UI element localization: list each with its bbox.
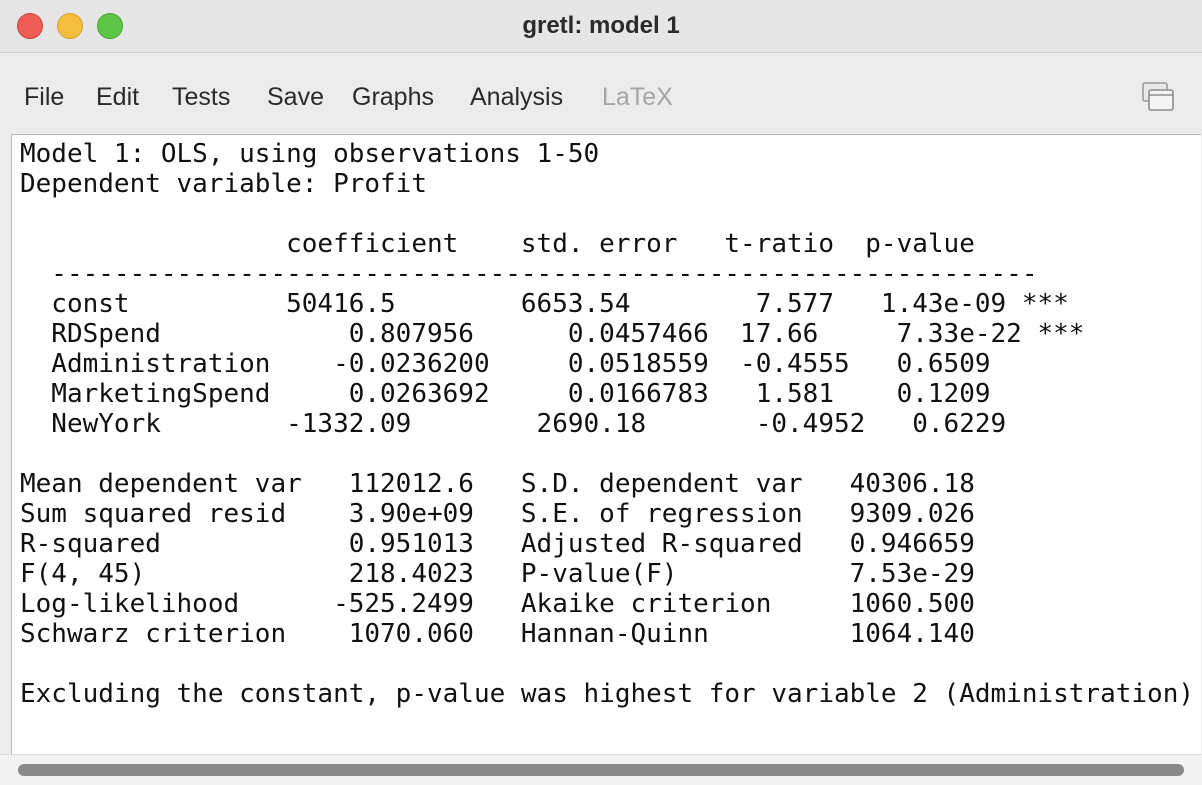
output-line: Model 1: OLS, using observations 1-50 (20, 139, 600, 169)
window-title: gretl: model 1 (522, 12, 680, 39)
output-line: Mean dependent var 112012.6 S.D. depende… (20, 469, 975, 499)
output-line: Sum squared resid 3.90e+09 S.E. of regre… (20, 499, 975, 529)
output-line: ----------------------------------------… (20, 259, 1038, 289)
output-line: coefficient std. error t-ratio p-value (20, 229, 975, 259)
window-stack-icon[interactable] (1141, 81, 1175, 113)
menu-edit[interactable]: Edit (96, 83, 139, 112)
horizontal-scrollbar[interactable] (0, 754, 1202, 785)
output-line: F(4, 45) 218.4023 P-value(F) 7.53e-29 (20, 559, 975, 589)
output-line: RDSpend 0.807956 0.0457466 17.66 7.33e-2… (20, 319, 1085, 349)
menu-latex: LaTeX (602, 83, 673, 111)
menu-save[interactable]: Save (267, 83, 324, 112)
title-bar: gretl: model 1 (0, 0, 1202, 53)
output-line: NewYork -1332.09 2690.18 -0.4952 0.6229 (20, 409, 1007, 439)
menu-tests[interactable]: Tests (172, 83, 230, 112)
menu-bar: File Edit Tests Save Graphs Analysis LaT… (0, 53, 1202, 133)
output-line: Dependent variable: Profit (20, 169, 427, 199)
output-line: Administration -0.0236200 0.0518559 -0.4… (20, 349, 991, 379)
output-line: MarketingSpend 0.0263692 0.0166783 1.581… (20, 379, 991, 409)
model-output-text: Model 1: OLS, using observations 1-50 De… (20, 139, 1194, 709)
menu-analysis[interactable]: Analysis (470, 83, 563, 112)
output-line: R-squared 0.951013 Adjusted R-squared 0.… (20, 529, 975, 559)
menu-file[interactable]: File (24, 83, 64, 112)
output-line: const 50416.5 6653.54 7.577 1.43e-09 *** (20, 289, 1069, 319)
output-line: Excluding the constant, p-value was high… (20, 679, 1194, 709)
scrollbar-thumb[interactable] (18, 764, 1184, 776)
menu-graphs[interactable]: Graphs (352, 83, 434, 112)
model-output-area[interactable]: Model 1: OLS, using observations 1-50 De… (11, 134, 1201, 784)
output-line: Schwarz criterion 1070.060 Hannan-Quinn … (20, 619, 975, 649)
output-line: Log-likelihood -525.2499 Akaike criterio… (20, 589, 975, 619)
